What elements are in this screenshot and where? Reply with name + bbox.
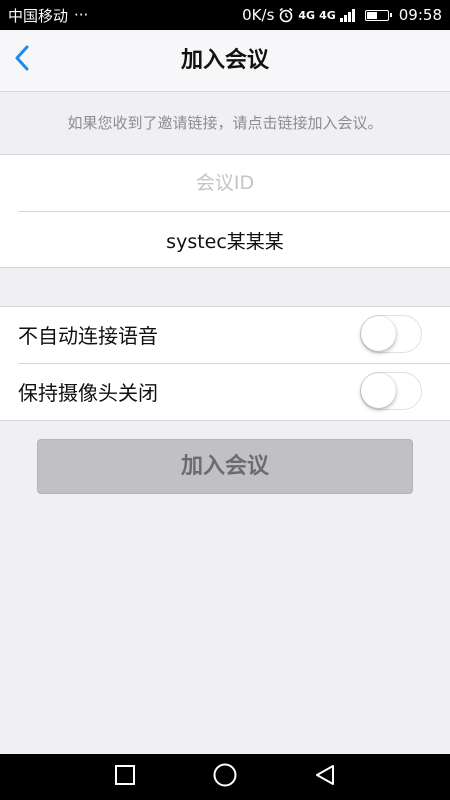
status-bar: 中国移动 ··· 0K/s 4G 4G 09:58 xyxy=(0,0,450,30)
battery-icon xyxy=(364,9,392,21)
system-back-button[interactable] xyxy=(295,754,355,800)
system-navigation-bar xyxy=(0,754,450,800)
meeting-id-input[interactable] xyxy=(23,171,427,195)
setting-row-camera-off: 保持摄像头关闭 xyxy=(0,364,450,420)
no-audio-toggle[interactable] xyxy=(360,315,422,353)
triangle-back-icon xyxy=(314,764,336,790)
carrier-label: 中国移动 xyxy=(8,6,69,25)
setting-row-no-audio: 不自动连接语音 xyxy=(0,307,450,363)
status-right: 0K/s 4G 4G 09:58 xyxy=(242,6,442,24)
join-meeting-button[interactable]: 加入会议 xyxy=(37,439,413,494)
settings-group: 不自动连接语音 保持摄像头关闭 xyxy=(0,306,450,421)
display-name-row xyxy=(0,212,450,268)
meeting-id-row xyxy=(0,155,450,211)
signal-icon xyxy=(339,8,355,22)
camera-off-toggle[interactable] xyxy=(360,372,422,410)
navigation-bar: 加入会议 xyxy=(0,30,450,92)
status-left: 中国移动 ··· xyxy=(8,5,88,26)
more-dots: ··· xyxy=(74,6,89,24)
network-type-1: 4G xyxy=(298,8,316,22)
recent-apps-button[interactable] xyxy=(95,754,155,800)
toggle-knob xyxy=(361,373,396,408)
setting-label-no-audio: 不自动连接语音 xyxy=(18,324,158,348)
network-type-2: 4G xyxy=(319,8,336,22)
square-icon xyxy=(114,764,136,790)
home-button[interactable] xyxy=(195,754,255,800)
invite-hint: 如果您收到了邀请链接，请点击链接加入会议。 xyxy=(67,114,383,132)
setting-label-camera-off: 保持摄像头关闭 xyxy=(18,381,158,405)
status-time: 09:58 xyxy=(398,6,442,24)
toggle-knob xyxy=(361,316,396,351)
page-title: 加入会议 xyxy=(180,48,269,73)
alarm-clock-icon xyxy=(278,7,294,23)
net-speed: 0K/s xyxy=(242,6,275,24)
circle-icon xyxy=(212,762,238,792)
meeting-form xyxy=(0,154,450,268)
display-name-input[interactable] xyxy=(23,228,427,252)
